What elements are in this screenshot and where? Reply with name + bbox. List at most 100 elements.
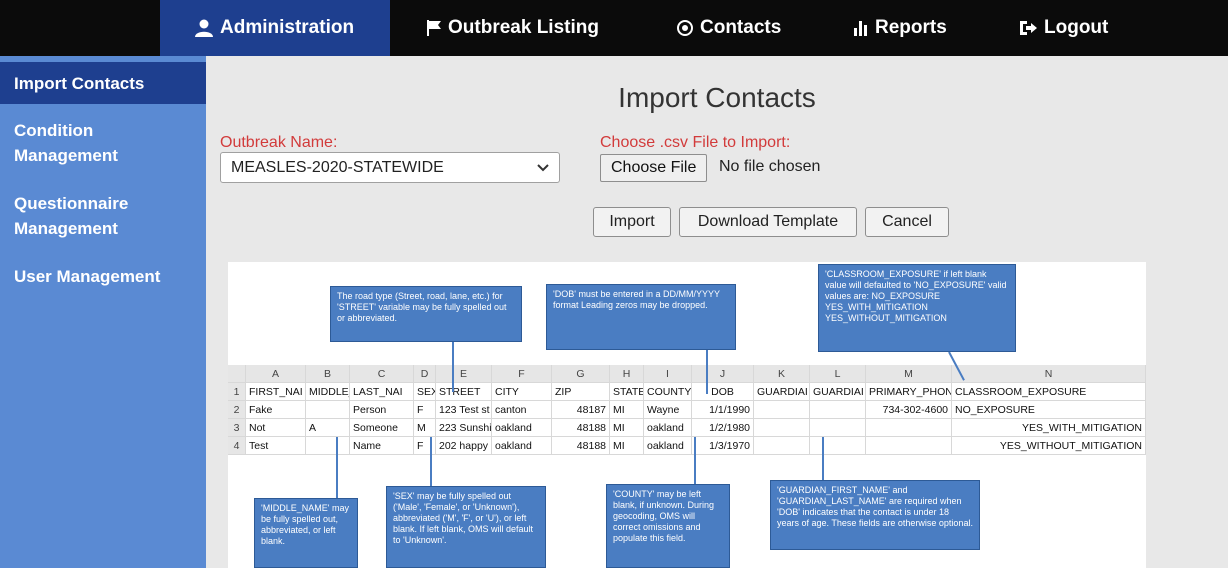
guardian-note: 'GUARDIAN_FIRST_NAME' and 'GUARDIAN_LAST… [770, 480, 980, 550]
table-cell: Fake [246, 401, 306, 419]
table-cell: 734-302-4600 [866, 401, 952, 419]
table-cell: F [414, 437, 436, 455]
classroom-exposure-note: 'CLASSROOM_EXPOSURE' if left blank value… [818, 264, 1016, 352]
table-row: 1 FIRST_NAI MIDDLE_ LAST_NAI SEX STREET … [228, 383, 1146, 401]
table-cell: 48187 [552, 401, 610, 419]
middle-name-note: 'MIDDLE_NAME' may be fully spelled out, … [254, 498, 358, 568]
nav-outbreak-listing[interactable]: Outbreak Listing [426, 0, 599, 56]
import-button[interactable]: Import [593, 207, 671, 237]
table-cell: 202 happy [436, 437, 492, 455]
top-nav: Administration Outbreak Listing Contacts… [0, 0, 1228, 56]
table-cell: Someone [350, 419, 414, 437]
table-cell: 123 Test st [436, 401, 492, 419]
download-template-button[interactable]: Download Template [679, 207, 857, 237]
corner-cell [228, 365, 246, 383]
cancel-button[interactable]: Cancel [865, 207, 949, 237]
column-letter: J [692, 365, 754, 383]
table-cell: 1/2/1980 [692, 419, 754, 437]
column-letter: G [552, 365, 610, 383]
table-cell [754, 401, 810, 419]
note-connector [452, 342, 454, 392]
note-connector [694, 437, 696, 485]
nav-logout[interactable]: Logout [1018, 0, 1108, 56]
table-cell: NO_EXPOSURE [952, 401, 1146, 419]
table-row: 3 Not A Someone M 223 Sunshi oakland 481… [228, 419, 1146, 437]
table-cell: Name [350, 437, 414, 455]
row-number: 1 [228, 383, 246, 401]
nav-administration[interactable]: Administration [160, 0, 390, 56]
sidebar-item-import-contacts[interactable]: Import Contacts [0, 62, 206, 104]
sidebar-item-user-management[interactable]: User Management [0, 264, 206, 289]
nav-reports[interactable]: Reports [853, 0, 947, 56]
table-cell: 1/1/1990 [692, 401, 754, 419]
table-cell [306, 401, 350, 419]
table-cell: oakland [644, 437, 692, 455]
table-cell [754, 419, 810, 437]
table-cell: M [414, 419, 436, 437]
template-preview: A B C D E F G H I J K L M N 1 FIRST_NAI … [228, 262, 1146, 568]
sex-note: 'SEX' may be fully spelled out ('Male', … [386, 486, 546, 568]
table-cell: FIRST_NAI [246, 383, 306, 401]
table-cell [810, 401, 866, 419]
table-cell: A [306, 419, 350, 437]
table-cell: SEX [414, 383, 436, 401]
row-number: 3 [228, 419, 246, 437]
table-cell [866, 419, 952, 437]
column-letter: F [492, 365, 552, 383]
note-connector [706, 350, 708, 394]
sidebar-item-questionnaire-management[interactable]: Questionnaire Management [0, 191, 150, 241]
table-cell: ZIP [552, 383, 610, 401]
table-cell: CITY [492, 383, 552, 401]
nav-contacts[interactable]: Contacts [676, 0, 781, 56]
table-cell: F [414, 401, 436, 419]
column-letter: L [810, 365, 866, 383]
table-cell: 223 Sunshi [436, 419, 492, 437]
row-number: 2 [228, 401, 246, 419]
target-icon [676, 19, 694, 37]
sidebar-item-condition-management[interactable]: Condition Management [0, 118, 140, 168]
column-header-row: A B C D E F G H I J K L M N [228, 365, 1146, 383]
table-cell: 1/3/1970 [692, 437, 754, 455]
table-cell: 48188 [552, 419, 610, 437]
table-cell: Person [350, 401, 414, 419]
bar-chart-icon [853, 19, 869, 37]
table-cell [810, 437, 866, 455]
table-cell: 48188 [552, 437, 610, 455]
table-cell: Not [246, 419, 306, 437]
file-status: No file chosen [719, 158, 821, 175]
table-row: 4 Test Name F 202 happy oakland 48188 MI… [228, 437, 1146, 455]
column-letter: A [246, 365, 306, 383]
table-cell: MIDDLE_ [306, 383, 350, 401]
table-cell [810, 419, 866, 437]
column-letter: B [306, 365, 350, 383]
table-cell: LAST_NAI [350, 383, 414, 401]
table-cell: YES_WITHOUT_MITIGATION [952, 437, 1146, 455]
column-letter: D [414, 365, 436, 383]
column-letter: C [350, 365, 414, 383]
street-note: The road type (Street, road, lane, etc.)… [330, 286, 522, 342]
column-letter: E [436, 365, 492, 383]
page-title: Import Contacts [618, 82, 816, 113]
table-cell [866, 437, 952, 455]
outbreak-name-select[interactable]: MEASLES-2020-STATEWIDE [220, 152, 560, 183]
table-cell: GUARDIAI [810, 383, 866, 401]
table-cell [754, 437, 810, 455]
main-content: Import Contacts Outbreak Name: MEASLES-2… [206, 56, 1228, 568]
table-cell: YES_WITH_MITIGATION [952, 419, 1146, 437]
column-letter: K [754, 365, 810, 383]
table-cell: oakland [644, 419, 692, 437]
choose-file-button[interactable]: Choose File [600, 154, 708, 182]
sidebar: Import Contacts Condition Management Que… [0, 56, 206, 568]
table-cell: STATE [610, 383, 644, 401]
logout-icon [1018, 19, 1038, 37]
table-cell: MI [610, 419, 644, 437]
column-letter: N [952, 365, 1146, 383]
dob-note: 'DOB' must be entered in a DD/MM/YYYY fo… [546, 284, 736, 350]
table-cell: STREET [436, 383, 492, 401]
file-import-label: Choose .csv File to Import: [600, 134, 791, 151]
county-note: 'COUNTY' may be left blank, if unknown. … [606, 484, 730, 568]
table-cell [306, 437, 350, 455]
table-cell: oakland [492, 437, 552, 455]
table-cell: CLASSROOM_EXPOSURE [952, 383, 1146, 401]
column-letter: I [644, 365, 692, 383]
